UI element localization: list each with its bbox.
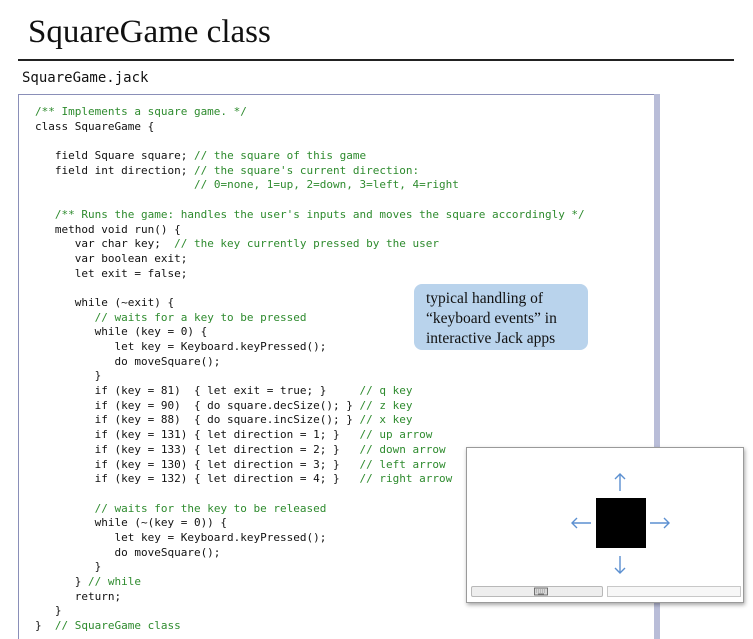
title-divider <box>18 59 734 61</box>
code-line: } // SquareGame class <box>35 619 585 634</box>
callout-line: typical handling of <box>426 290 544 307</box>
code-text: while (~(key = 0)) { <box>35 516 228 530</box>
code-text: let key = Keyboard.keyPressed(); <box>35 530 327 544</box>
code-comment: // waits for a key to be pressed <box>94 310 307 324</box>
code-comment: // right arrow <box>359 472 453 486</box>
code-text: if (key = 131) { let direction = 1; } <box>35 428 360 442</box>
code-line: if (key = 88) { do square.incSize(); } /… <box>35 413 585 428</box>
code-line: // 0=none, 1=up, 2=down, 3=left, 4=right <box>35 178 585 193</box>
code-comment: // while <box>87 575 141 588</box>
code-text: field int direction; <box>35 163 194 177</box>
code-comment: // waits for the key to be released <box>94 501 327 515</box>
code-line: var boolean exit; <box>35 252 585 267</box>
code-comment: /** Runs the game: handles the user's in… <box>54 207 585 221</box>
code-comment: // down arrow <box>359 442 446 456</box>
code-comment: // x key <box>359 413 413 427</box>
slide-title: SquareGame class <box>28 14 271 50</box>
code-text: } <box>35 604 62 618</box>
code-text: } <box>35 369 102 383</box>
code-comment: // SquareGame class <box>54 619 181 633</box>
code-comment: // 0=none, 1=up, 2=down, 3=left, 4=right <box>193 178 459 192</box>
code-text: if (key = 90) { do square.decSize(); } <box>35 398 360 412</box>
code-text: if (key = 130) { let direction = 3; } <box>35 457 360 471</box>
code-line: /** Runs the game: handles the user's in… <box>35 208 585 223</box>
code-text: if (key = 81) { let exit = true; } <box>35 384 360 398</box>
up-arrow-icon <box>614 473 626 491</box>
code-line: field Square square; // the square of th… <box>35 149 585 164</box>
code-text: while (key = 0) { <box>35 325 208 339</box>
code-line: class SquareGame { <box>35 120 585 135</box>
code-line: field int direction; // the square's cur… <box>35 164 585 179</box>
status-bar <box>607 586 741 597</box>
code-text: class SquareGame { <box>35 119 155 133</box>
keyboard-input-bar[interactable] <box>471 586 603 597</box>
code-comment: // up arrow <box>359 428 433 442</box>
code-line: if (key = 90) { do square.decSize(); } /… <box>35 399 585 414</box>
code-text: if (key = 133) { let direction = 2; } <box>35 442 360 456</box>
code-text: } <box>35 575 88 588</box>
code-text: let key = Keyboard.keyPressed(); <box>35 340 327 353</box>
code-line: /** Implements a square game. */ <box>35 105 585 120</box>
code-text: return; <box>35 589 122 603</box>
code-comment: // left arrow <box>359 457 446 471</box>
code-text: if (key = 88) { do square.incSize(); } <box>35 413 360 427</box>
code-text: while (~exit) { <box>35 295 175 309</box>
code-text: let exit = false; <box>35 266 188 280</box>
code-line: method void run() { <box>35 223 585 238</box>
code-text: var char key; <box>35 237 175 251</box>
code-text: field Square square; <box>35 149 194 163</box>
filename-label: SquareGame.jack <box>22 70 149 86</box>
callout-line: interactive Jack apps <box>426 330 556 347</box>
down-arrow-icon <box>614 556 626 574</box>
game-square <box>596 498 646 548</box>
code-line: do moveSquare(); <box>35 355 585 370</box>
code-text: } <box>35 560 102 574</box>
callout-note: typical handling of “keyboard events” in… <box>414 284 588 350</box>
code-comment: // the square's current direction: <box>193 163 420 177</box>
left-arrow-icon <box>571 517 591 529</box>
code-text: do moveSquare(); <box>35 354 221 368</box>
code-line: var char key; // the key currently press… <box>35 237 585 252</box>
code-line: let exit = false; <box>35 267 585 282</box>
code-line: } <box>35 604 585 619</box>
right-arrow-icon <box>650 517 670 529</box>
code-comment: // z key <box>359 398 413 412</box>
code-comment: // the square of this game <box>193 149 367 163</box>
game-demo-window <box>466 447 744 603</box>
keyboard-icon <box>534 587 548 596</box>
code-comment: // q key <box>359 384 413 398</box>
code-line: if (key = 131) { let direction = 1; } //… <box>35 428 585 443</box>
code-text: method void run() { <box>35 222 181 236</box>
code-line: } <box>35 369 585 384</box>
code-text: do moveSquare(); <box>35 545 221 559</box>
callout-line: “keyboard events” in <box>426 310 557 327</box>
code-comment: // the key currently pressed by the user <box>174 237 439 251</box>
code-text: if (key = 132) { let direction = 4; } <box>35 472 360 486</box>
code-text: } <box>35 619 55 633</box>
code-line: if (key = 81) { let exit = true; } // q … <box>35 384 585 399</box>
code-comment: /** Implements a square game. */ <box>35 105 247 118</box>
code-text: var boolean exit; <box>35 251 188 265</box>
